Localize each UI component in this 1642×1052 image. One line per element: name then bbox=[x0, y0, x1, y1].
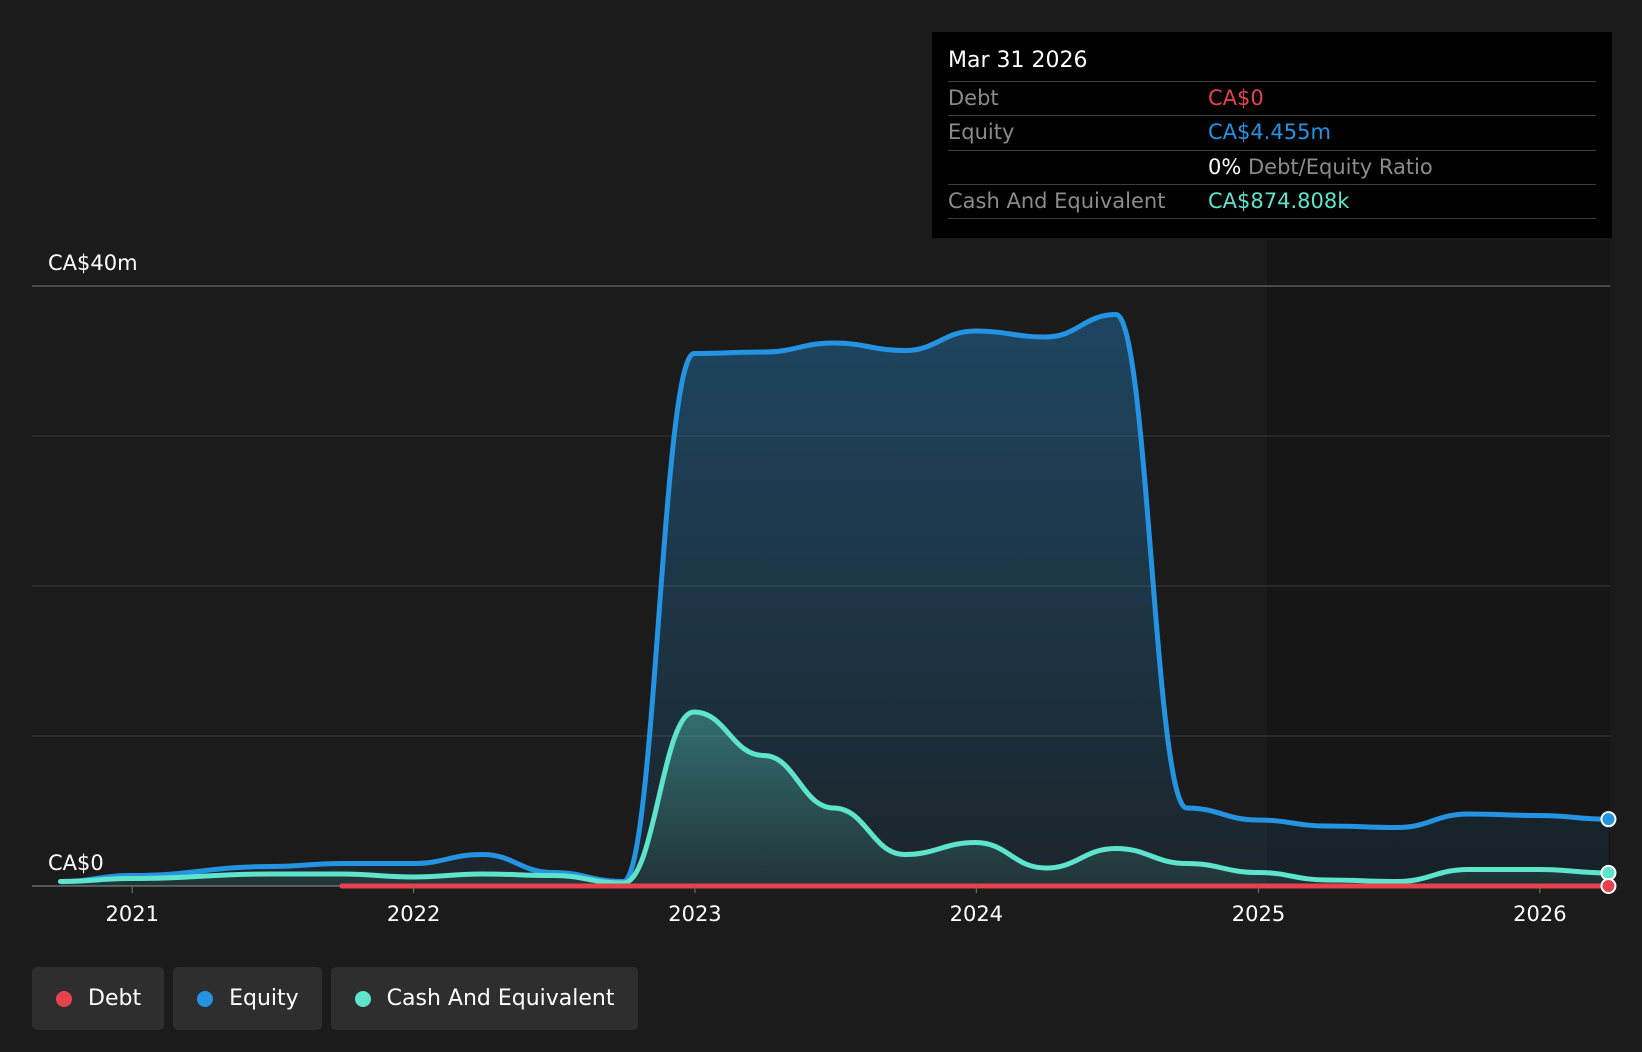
tooltip-date: Mar 31 2026 bbox=[948, 46, 1596, 82]
debt-end-marker bbox=[1600, 878, 1617, 894]
cash-end-marker bbox=[1600, 864, 1617, 881]
tooltip-ratio-value: 0% bbox=[1208, 155, 1242, 179]
tooltip-debt-value: CA$0 bbox=[1208, 86, 1264, 110]
y-axis-label-bottom: CA$0 bbox=[48, 851, 104, 875]
x-tick-label: 2022 bbox=[387, 902, 440, 926]
tooltip-ratio-label: Debt/Equity Ratio bbox=[1248, 155, 1433, 179]
legend-label-cash: Cash And Equivalent bbox=[386, 986, 615, 1011]
x-tick-label: 2026 bbox=[1513, 902, 1566, 926]
x-axis-ticks: 2021 2022 2023 2024 2025 2026 bbox=[105, 886, 1567, 926]
tooltip-debt-row: Debt CA$0 bbox=[948, 82, 1596, 116]
legend-item-equity[interactable]: Equity bbox=[173, 967, 322, 1030]
tooltip-equity-label: Equity bbox=[948, 120, 1015, 144]
tooltip-panel: Mar 31 2026 Debt CA$0 Equity CA$4.455m 0… bbox=[932, 32, 1612, 238]
recent-period-shade bbox=[1267, 240, 1610, 888]
x-tick-label: 2023 bbox=[668, 902, 721, 926]
tooltip-debt-label: Debt bbox=[948, 86, 999, 110]
y-axis-label-top: CA$40m bbox=[48, 251, 138, 275]
circle-dot-icon bbox=[197, 990, 214, 1007]
circle-dot-icon bbox=[56, 990, 72, 1007]
tooltip-equity-value: CA$4.455m bbox=[1208, 120, 1331, 144]
x-tick-label: 2024 bbox=[950, 902, 1003, 926]
legend-label-debt: Debt bbox=[88, 986, 142, 1011]
legend-item-debt[interactable]: Debt bbox=[32, 967, 165, 1030]
x-tick-label: 2021 bbox=[105, 902, 158, 926]
tooltip-cash-value: CA$874.808k bbox=[1208, 189, 1350, 213]
tooltip-cash-label: Cash And Equivalent bbox=[948, 189, 1166, 213]
legend: Debt Equity Cash And Equivalent bbox=[32, 967, 638, 1030]
equity-end-marker bbox=[1600, 811, 1617, 828]
legend-item-cash[interactable]: Cash And Equivalent bbox=[330, 967, 638, 1030]
legend-label-equity: Equity bbox=[229, 986, 299, 1011]
x-tick-label: 2025 bbox=[1232, 902, 1285, 926]
circle-dot-icon bbox=[354, 990, 371, 1007]
tooltip-ratio-row: 0% Debt/Equity Ratio bbox=[948, 150, 1596, 185]
tooltip-cash-row: Cash And Equivalent CA$874.808k bbox=[948, 185, 1596, 219]
tooltip-equity-row: Equity CA$4.455m bbox=[948, 116, 1596, 150]
